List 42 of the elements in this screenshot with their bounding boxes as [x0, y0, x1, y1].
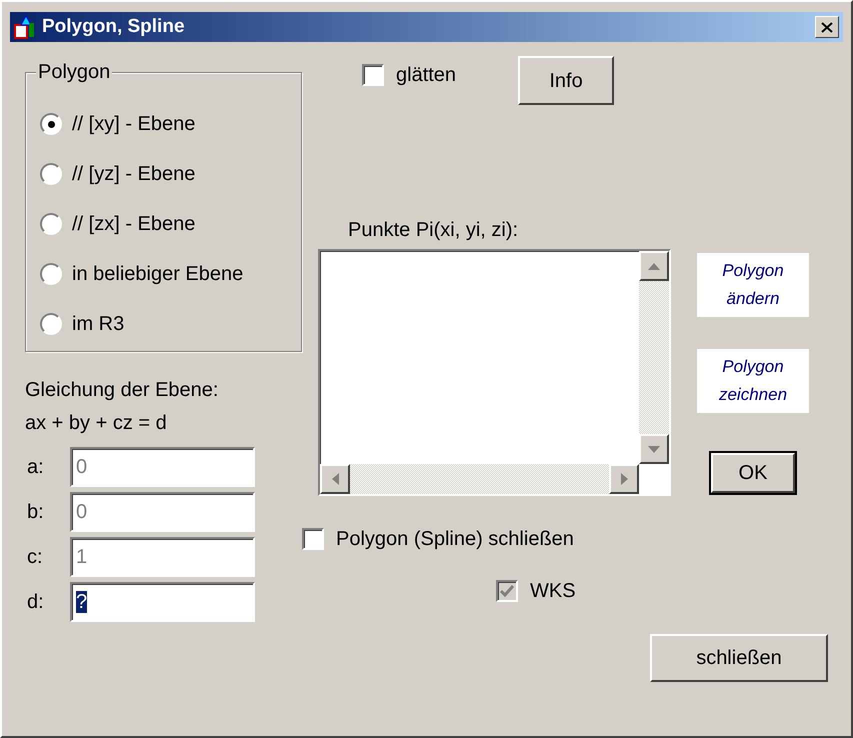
points-list[interactable] [318, 249, 671, 496]
radio-button[interactable] [40, 213, 62, 235]
close-icon [821, 22, 833, 32]
left-arrow-icon [332, 473, 338, 485]
checkbox[interactable] [362, 64, 384, 86]
horizontal-scrollbar[interactable] [320, 464, 639, 494]
down-arrow-icon [648, 446, 660, 452]
points-label: Punkte Pi(xi, yi, zi): [348, 218, 520, 243]
action-button[interactable]: Polygon zeichnen [697, 349, 809, 413]
vertical-scrollbar[interactable] [639, 251, 669, 464]
radio-label[interactable]: // [yz] - Ebene [72, 159, 196, 189]
scroll-left-button[interactable] [320, 464, 350, 494]
check-icon [500, 585, 514, 597]
radio-button[interactable] [40, 163, 62, 185]
radio-label[interactable]: im R3 [72, 309, 124, 339]
input-field[interactable]: ? [70, 582, 255, 622]
field-label: b: [26, 500, 45, 524]
radio-label[interactable]: in beliebiger Ebene [72, 259, 244, 289]
close-button[interactable]: schließen [650, 634, 828, 682]
equation-heading: Gleichung der Ebene: [25, 378, 220, 403]
up-arrow-icon [648, 262, 660, 270]
radio-button[interactable] [40, 113, 62, 135]
field-label: c: [26, 544, 44, 570]
action-button[interactable]: Polygon ändern [697, 253, 809, 317]
checkbox-label[interactable]: glätten [396, 60, 456, 90]
radio-button[interactable] [40, 313, 62, 335]
radio-button[interactable] [40, 263, 62, 285]
scroll-right-button[interactable] [609, 464, 639, 494]
right-arrow-icon [620, 473, 628, 485]
radio-label[interactable]: // [xy] - Ebene [72, 109, 196, 139]
ok-button[interactable]: OK [711, 453, 795, 493]
radio-label[interactable]: // [zx] - Ebene [72, 209, 196, 239]
scroll-up-button[interactable] [639, 251, 669, 281]
window-title: Polygon, Spline [42, 14, 185, 39]
field-label: a: [26, 454, 45, 480]
field-label: d: [26, 590, 45, 614]
close-button[interactable] [815, 16, 839, 38]
equation-formula: ax + by + cz = d [25, 411, 168, 436]
info-button[interactable]: Info [518, 56, 614, 105]
checkbox-label[interactable]: Polygon (Spline) schließen [336, 524, 574, 554]
scroll-down-button[interactable] [639, 434, 669, 464]
checkbox[interactable] [302, 528, 324, 550]
